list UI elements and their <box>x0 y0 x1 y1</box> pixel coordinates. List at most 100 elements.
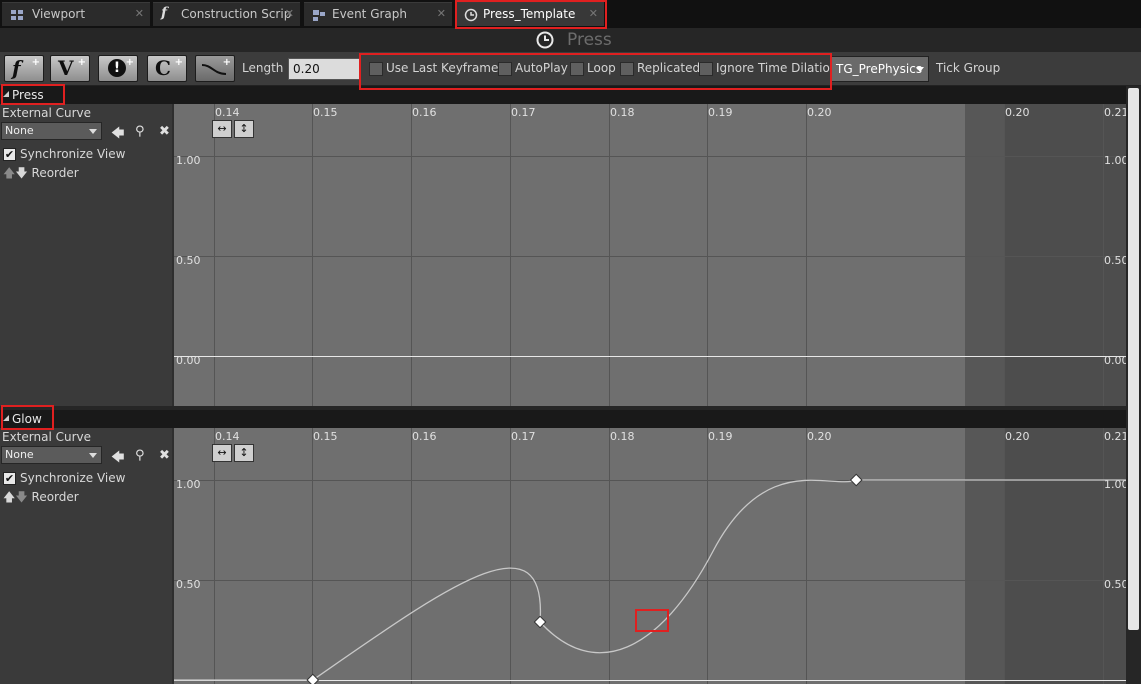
synchronize-view-label: Synchronize View <box>20 147 126 161</box>
move-down-icon[interactable]: 🡇 <box>15 166 27 180</box>
clear-curve-icon[interactable]: ✖ <box>159 124 170 139</box>
close-icon[interactable]: ✕ <box>135 7 144 20</box>
y-axis-label: 0.00 <box>176 354 201 367</box>
add-color-track-button[interactable]: C + <box>147 55 187 82</box>
add-event-track-button[interactable]: ! + <box>98 55 138 82</box>
x-tick-label: 0.20 <box>807 106 832 119</box>
external-curve-label: External Curve <box>2 430 92 444</box>
grid-line <box>174 156 1126 157</box>
use-selected-curve-icon[interactable]: 🡄 <box>111 124 124 146</box>
track-header-glow[interactable]: Glow <box>0 410 1126 428</box>
tab-viewport[interactable]: Viewport ✕ <box>2 2 150 26</box>
close-icon[interactable]: ✕ <box>589 7 598 20</box>
x-tick-label: 0.19 <box>708 106 733 119</box>
external-curve-dropdown[interactable]: None <box>1 122 102 140</box>
loop-label: Loop <box>587 61 616 75</box>
close-icon[interactable]: ✕ <box>285 7 294 20</box>
synchronize-view-label: Synchronize View <box>20 471 126 485</box>
add-color-track-icon: C <box>155 56 171 80</box>
keyframe[interactable] <box>306 673 320 684</box>
use-selected-curve-icon[interactable]: 🡄 <box>111 448 124 470</box>
chevron-down-icon <box>89 453 97 458</box>
add-float-track-button[interactable]: f + <box>4 55 44 82</box>
track-name: Press <box>12 88 44 102</box>
viewport-icon <box>11 10 23 20</box>
tab-label: Press_Template <box>483 7 576 21</box>
external-curve-dropdown[interactable]: None <box>1 446 102 464</box>
move-up-icon[interactable]: 🡅 <box>3 166 15 180</box>
synchronize-view-checkbox[interactable]: ✔ <box>3 148 16 161</box>
replicated-label: Replicated <box>637 61 701 75</box>
tick-group-label: Tick Group <box>936 61 1001 75</box>
grid-line <box>312 104 313 406</box>
track-header-press[interactable]: Press <box>0 86 1126 104</box>
collapse-arrow-icon[interactable] <box>3 415 9 421</box>
tick-group-dropdown[interactable]: TG_PrePhysics <box>831 56 929 82</box>
external-curve-label: External Curve <box>2 106 92 120</box>
loop-checkbox[interactable] <box>570 62 584 76</box>
x-tick-label: 0.14 <box>215 106 240 119</box>
grid-line <box>174 256 1126 257</box>
x-tick-label: 0.15 <box>313 106 338 119</box>
add-float-track-icon: f <box>12 56 21 80</box>
y-axis-label-right: 0.50 <box>1104 254 1126 267</box>
length-input[interactable] <box>288 58 360 80</box>
y-axis-label: 0.50 <box>176 254 201 267</box>
float-curve[interactable] <box>174 479 1126 681</box>
synchronize-view-checkbox[interactable]: ✔ <box>3 472 16 485</box>
grid-line <box>510 104 511 406</box>
tab-construction-script[interactable]: f Construction Scrip ✕ <box>153 2 300 26</box>
timeline-icon <box>464 8 478 22</box>
y-axis-label-right: 0.00 <box>1104 354 1126 367</box>
tab-event-graph[interactable]: Event Graph ✕ <box>304 2 452 26</box>
clear-curve-icon[interactable]: ✖ <box>159 448 170 463</box>
curve-svg <box>174 473 1126 684</box>
add-vector-track-button[interactable]: V + <box>50 55 90 82</box>
chevron-down-icon <box>89 129 97 134</box>
curve-graph-press[interactable]: 0.14 0.15 0.16 0.17 0.18 0.19 0.20 0.20 0.21 1.00… <box>172 104 1126 406</box>
grid-line <box>411 104 412 406</box>
reorder-control[interactable]: 🡅🡇 Reorder <box>3 488 79 509</box>
timeline-title: Press <box>567 30 612 50</box>
length-label: Length <box>242 61 284 75</box>
keyframe[interactable] <box>849 473 863 487</box>
curve-graph-glow[interactable]: 0.140.150.160.170.180.190.200.200.211.00… <box>172 428 1126 684</box>
close-icon[interactable]: ✕ <box>437 7 446 20</box>
tab-label: Viewport <box>32 7 86 21</box>
x-tick-label: 0.17 <box>511 106 536 119</box>
x-tick-label: 0.21 <box>1104 106 1126 119</box>
track-panel-glow: External Curve None 🡄 ⚲ ✖ ✔ Synchronize … <box>0 428 172 684</box>
add-vector-track-icon: V <box>58 56 74 80</box>
use-last-keyframe-label: Use Last Keyframe? <box>386 61 505 75</box>
graph-icon <box>313 10 325 21</box>
reorder-control[interactable]: 🡅🡇 Reorder <box>3 164 79 185</box>
fit-vertical-icon[interactable]: ↕ <box>234 120 254 138</box>
fit-horizontal-icon[interactable]: ↔ <box>212 120 232 138</box>
x-tick-label: 0.20 <box>1005 106 1030 119</box>
y-axis-label: 1.00 <box>176 154 201 167</box>
external-curve-value: None <box>5 448 34 461</box>
use-last-keyframe-checkbox[interactable] <box>369 62 383 76</box>
replicated-checkbox[interactable] <box>620 62 634 76</box>
tab-strip: Viewport ✕ f Construction Scrip ✕ Event … <box>0 0 1141 28</box>
browse-search-icon[interactable]: ⚲ <box>135 448 145 463</box>
move-up-icon[interactable]: 🡅 <box>3 490 15 504</box>
scrollbar-thumb[interactable] <box>1128 88 1139 630</box>
track-panel-press: External Curve None 🡄 ⚲ ✖ ✔ Synchronize … <box>0 104 172 406</box>
function-icon: f <box>161 5 168 21</box>
ignore-time-dilation-checkbox[interactable] <box>699 62 713 76</box>
move-down-icon[interactable]: 🡇 <box>15 490 27 504</box>
chevron-down-icon <box>916 67 924 72</box>
grid-line <box>806 104 807 406</box>
x-tick-label: 0.16 <box>412 106 437 119</box>
y-axis-label-right: 1.00 <box>1104 154 1126 167</box>
browse-search-icon[interactable]: ⚲ <box>135 124 145 139</box>
tick-group-value: TG_PrePhysics <box>836 62 923 76</box>
autoplay-label: AutoPlay <box>515 61 568 75</box>
tab-press-template[interactable]: Press_Template ✕ <box>456 2 604 26</box>
add-external-curve-button[interactable]: + <box>195 55 235 82</box>
track-name: Glow <box>12 412 42 426</box>
autoplay-checkbox[interactable] <box>498 62 512 76</box>
ignore-time-dilation-label: Ignore Time Dilation <box>716 61 838 75</box>
collapse-arrow-icon[interactable] <box>3 91 9 97</box>
